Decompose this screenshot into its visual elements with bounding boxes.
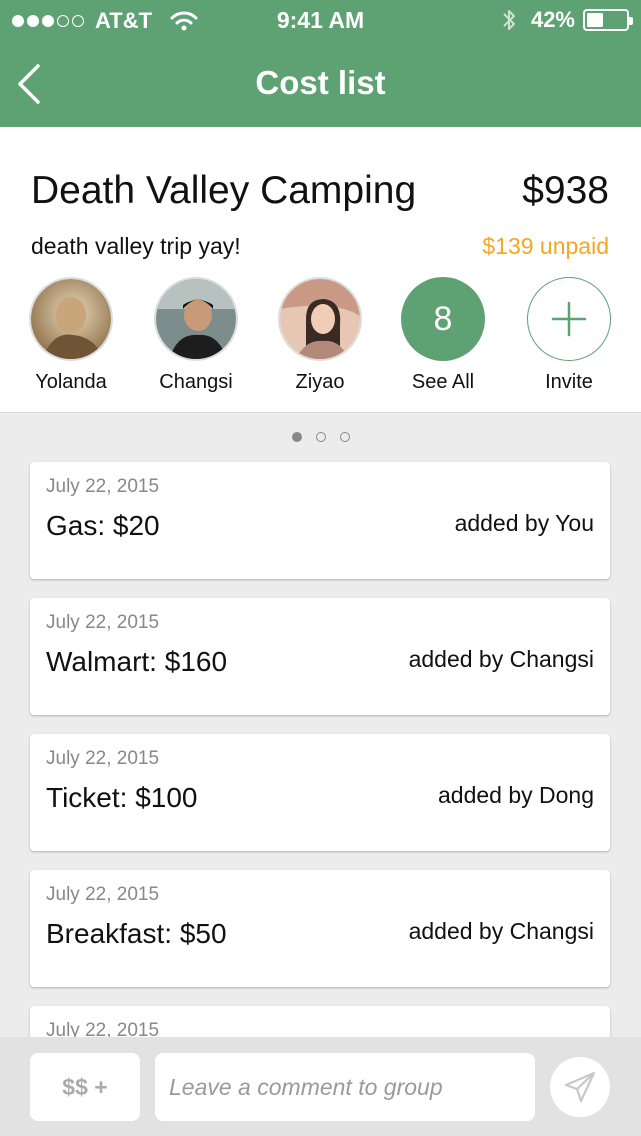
page-title: Cost list (255, 64, 386, 101)
cost-item: Walmart: $160 (46, 646, 228, 677)
avatar (278, 277, 362, 361)
plus-icon (551, 301, 587, 337)
trip-total: $938 (522, 169, 609, 212)
cost-item: Ticket: $100 (46, 782, 198, 813)
comment-input[interactable] (155, 1053, 535, 1121)
member-ziyao[interactable]: Ziyao (265, 277, 375, 394)
member-yolanda[interactable]: Yolanda (16, 277, 126, 394)
page-indicator[interactable] (0, 432, 641, 442)
add-cost-button[interactable]: $$ + (30, 1053, 140, 1121)
paper-plane-icon (564, 1071, 596, 1103)
invite-button[interactable]: Invite (514, 277, 624, 394)
nav-bar: Cost list (0, 40, 641, 127)
member-changsi[interactable]: Changsi (141, 277, 251, 394)
cost-card[interactable]: July 22, 2015 Breakfast: $50 added by Ch… (30, 870, 610, 987)
page-dot[interactable] (315, 432, 326, 442)
unpaid-amount: $139 unpaid (482, 233, 609, 259)
bluetooth-icon (503, 10, 515, 30)
trip-name: Death Valley Camping (31, 169, 417, 212)
member-label: Changsi (159, 371, 233, 393)
status-right: 42% (501, 7, 633, 33)
member-count-badge: 8 (401, 277, 485, 361)
cost-card[interactable]: July 22, 2015 Gas: $20 added by You (30, 462, 610, 579)
bottom-bar: $$ + (0, 1037, 641, 1136)
member-label: Yolanda (35, 371, 107, 393)
avatar (29, 277, 113, 361)
battery-icon (583, 9, 633, 31)
trip-description: death valley trip yay! (31, 233, 241, 259)
cost-item: Gas: $20 (46, 510, 160, 541)
cost-added-by: added by You (454, 510, 594, 536)
cost-date: July 22, 2015 (46, 884, 160, 905)
trip-summary-card: Death Valley Camping $938 death valley t… (0, 127, 641, 413)
send-button[interactable] (550, 1057, 610, 1117)
status-bar: AT&T 9:41 AM 42% (0, 0, 641, 40)
invite-label: Invite (545, 371, 593, 393)
cost-item: Breakfast: $50 (46, 918, 227, 949)
cost-date: July 22, 2015 (46, 476, 160, 497)
top-bar: AT&T 9:41 AM 42% Cost list (0, 0, 641, 127)
cost-added-by: added by Changsi (408, 646, 594, 672)
battery-fill (587, 13, 603, 27)
cost-added-by: added by Changsi (408, 918, 594, 944)
invite-circle (527, 277, 611, 361)
see-all-button[interactable]: 8 See All (388, 277, 498, 394)
page-dot[interactable] (339, 432, 350, 442)
cost-date: July 22, 2015 (46, 612, 160, 633)
cost-added-by: added by Dong (437, 782, 594, 808)
member-row: Yolanda Changsi Ziyao 8 See All Invite (0, 277, 641, 397)
cost-date: July 22, 2015 (46, 748, 160, 769)
member-label: Ziyao (295, 371, 345, 393)
avatar (154, 277, 238, 361)
battery-percent: 42% (530, 7, 575, 32)
cost-card[interactable]: July 22, 2015 Ticket: $100 added by Dong (30, 734, 610, 851)
page-dot[interactable] (291, 432, 302, 442)
see-all-label: See All (411, 371, 475, 393)
cost-card[interactable]: July 22, 2015 Walmart: $160 added by Cha… (30, 598, 610, 715)
